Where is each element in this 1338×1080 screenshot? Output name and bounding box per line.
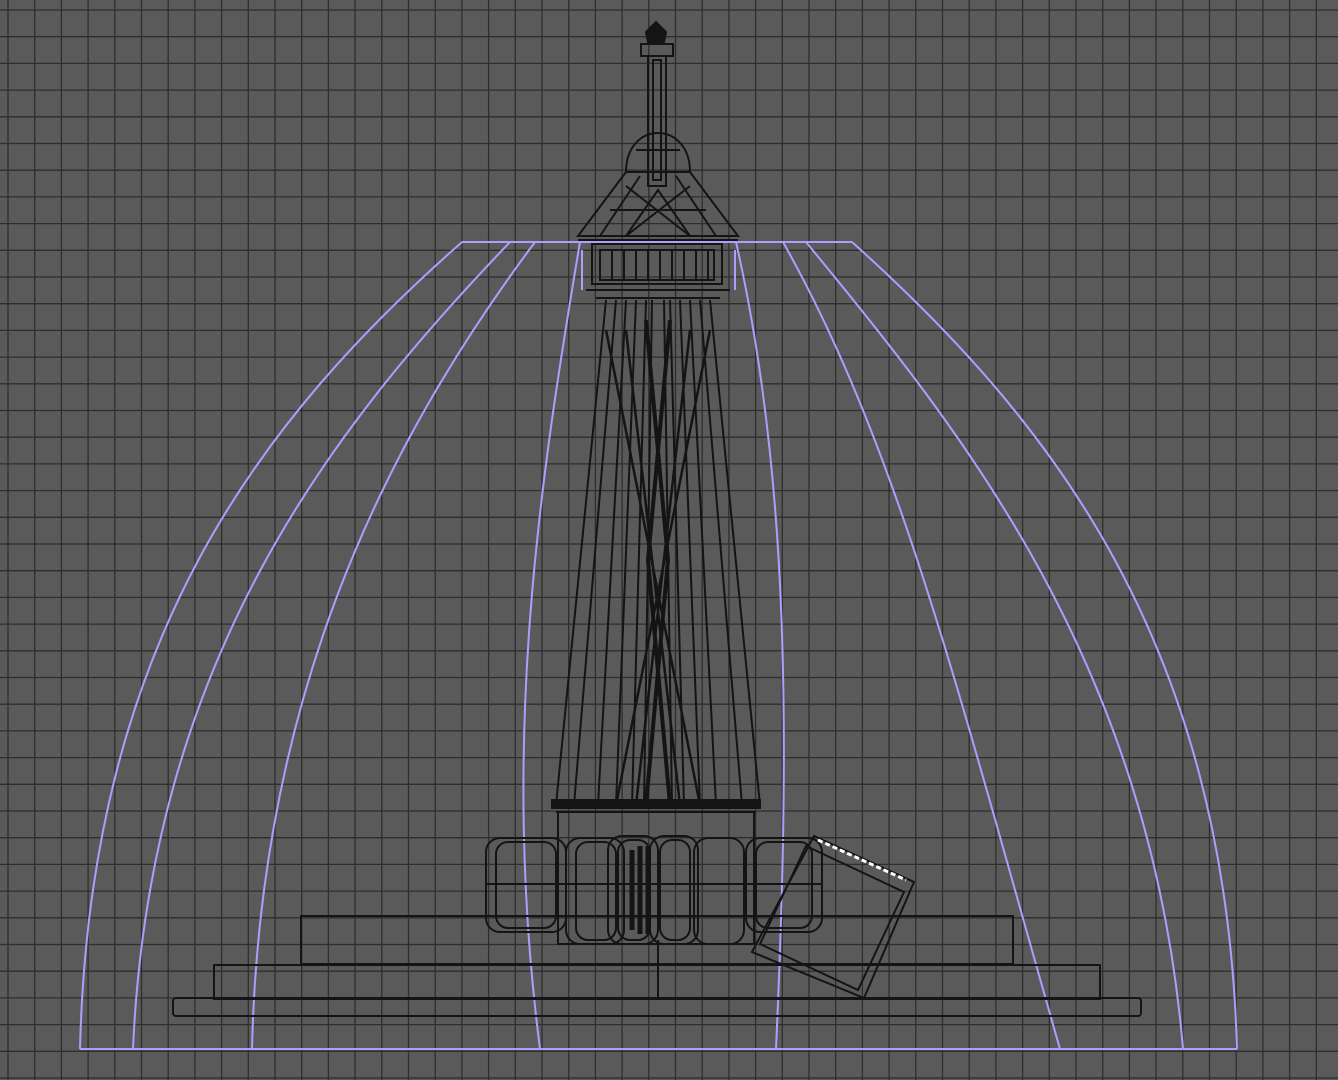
wireframe-viewport[interactable]: [0, 0, 1338, 1080]
shaft-collar: [551, 799, 761, 809]
viewport-canvas[interactable]: [0, 0, 1338, 1080]
